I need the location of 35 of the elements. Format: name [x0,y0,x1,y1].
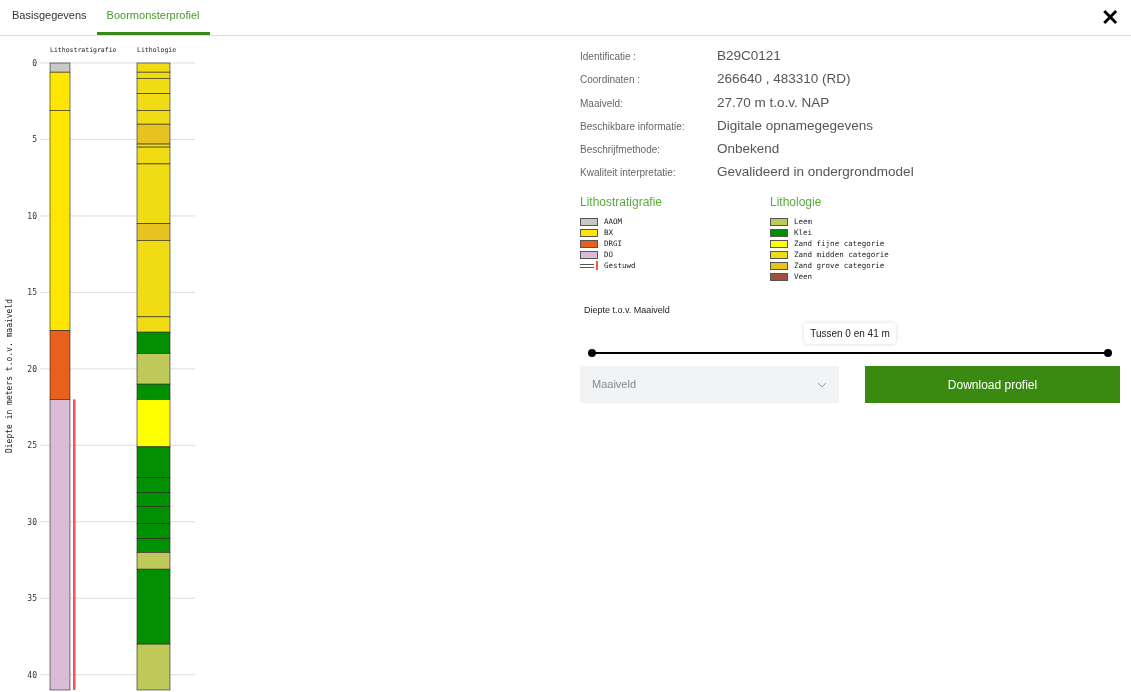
detail-label: Maaiveld: [580,96,624,111]
chevron-down-icon [817,381,827,388]
tick-label: 15 [27,288,37,298]
detail-value: B29C0121 [717,47,781,65]
slider-label: Diepte t.o.v. Maaiveld [584,303,671,317]
tick-label: 10 [27,211,37,221]
detail-value: 266640 , 483310 (RD) [717,70,851,89]
detail-label: Coordinaten : [580,73,642,88]
deformed-line-icon [580,261,598,270]
detail-value: Digitale opnamegegevens [717,116,874,135]
legend-title: Lithologie [770,193,823,211]
tick-label: 20 [27,364,37,374]
tick-label: 30 [27,517,37,527]
detail-value: Onbekend [717,140,780,158]
detail-label: Beschrijfmethode: [580,143,662,157]
close-button[interactable]: ✕ [1101,6,1119,29]
legend-title: Lithostratigrafie [580,193,664,211]
tick-label: 40 [27,670,37,680]
detail-label: Beschikbare informatie: [580,119,686,134]
tab[interactable]: Boormonsterprofiel [96,0,210,35]
slider-handle[interactable] [588,349,596,357]
detail-value: Gevalideerd in ondergrondmodel [717,163,914,182]
download-button[interactable]: Download profiel [865,366,1120,403]
tick-label: 0 [32,59,37,68]
detail-value: 27.70 m t.o.v. NAP [717,93,830,112]
detail-label: Identificatie : [580,50,638,64]
detail-label: Kwaliteit interpretatie: [580,166,677,181]
slider-handle[interactable] [1104,349,1112,357]
reference-dropdown[interactable]: Maaiveld [580,366,839,403]
slider-tooltip: Tussen 0 en 41 m [804,323,896,344]
tick-label: 25 [27,441,37,451]
axis-title: Diepte in meters t.o.v. maaiveld [5,298,14,454]
tick-label: 35 [27,594,37,604]
tab[interactable]: Basisgegevens [2,0,97,35]
tick-label: 5 [32,135,37,145]
